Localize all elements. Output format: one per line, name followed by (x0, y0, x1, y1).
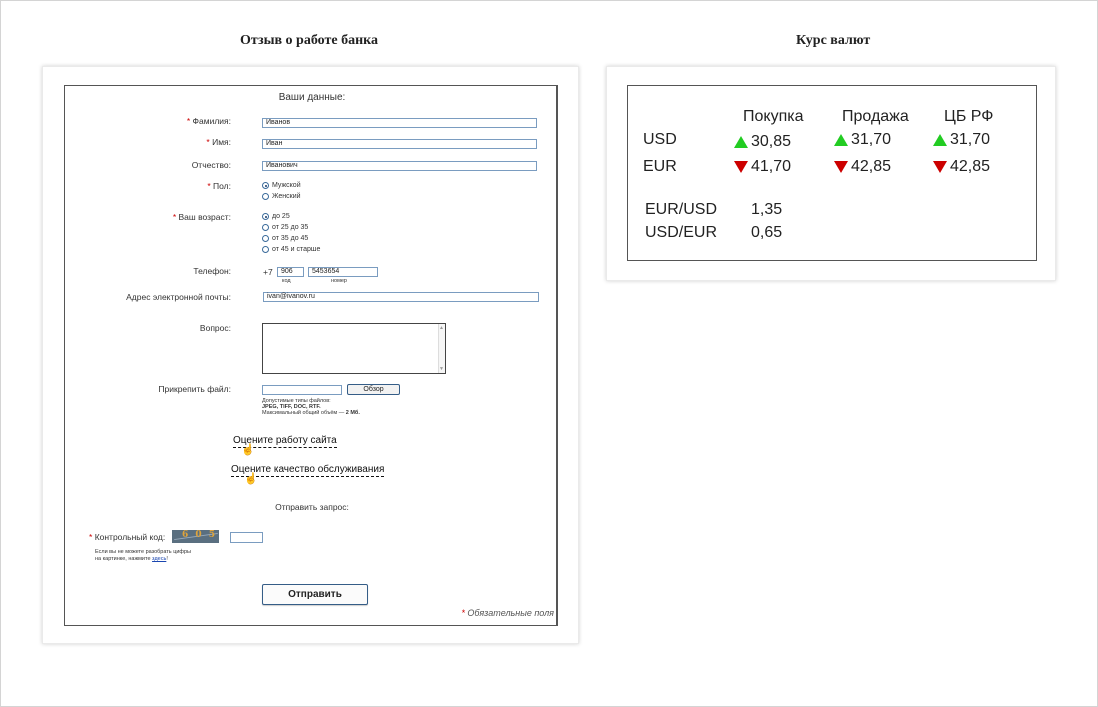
gender-option-male[interactable]: Мужской (262, 182, 301, 189)
hand-cursor-icon: ☝ (244, 473, 258, 485)
captcha-input[interactable] (230, 532, 263, 543)
feedback-form: Ваши данные: * Фамилия: Иванов * Имя: Ив… (64, 85, 558, 626)
phone-prefix: +7 (263, 267, 273, 277)
scroll-up-icon[interactable]: ▲ (439, 325, 444, 331)
arrow-down-icon (734, 161, 748, 173)
send-request-heading: Отправить запрос: (275, 502, 349, 512)
radio-icon (262, 193, 269, 200)
eur-sell-value: 42,85 (834, 158, 891, 176)
rates-card: Покупка Продажа ЦБ РФ USD 30,85 31,70 31… (606, 66, 1056, 281)
phone-code-caption: код (282, 278, 291, 284)
age-option-1[interactable]: до 25 (262, 213, 290, 220)
currency-usd: USD (643, 131, 677, 148)
radio-icon (262, 224, 269, 231)
rates-title: Курс валют (796, 33, 871, 48)
rates-table: Покупка Продажа ЦБ РФ USD 30,85 31,70 31… (627, 85, 1037, 261)
textarea-scrollbar[interactable]: ▲ ▼ (438, 324, 445, 373)
gender-option-female[interactable]: Женский (262, 193, 301, 200)
captcha-help-line1: Если вы не можете разобрать цифры (95, 549, 191, 555)
attach-label: Прикрепить файл: (158, 384, 231, 394)
feedback-title: Отзыв о работе банка (240, 33, 378, 48)
radio-icon (262, 182, 269, 189)
currency-eur: EUR (643, 158, 677, 175)
arrow-down-icon (834, 161, 848, 173)
file-path-input[interactable] (262, 385, 342, 395)
arrow-up-icon (933, 134, 947, 146)
header-sell: Продажа (842, 108, 909, 125)
header-cbr: ЦБ РФ (944, 108, 994, 125)
scroll-down-icon[interactable]: ▼ (439, 366, 444, 372)
age-label: * Ваш возраст: (172, 212, 231, 222)
arrow-up-icon (834, 134, 848, 146)
question-textarea[interactable]: ▲ ▼ (262, 323, 446, 374)
captcha-help-line2: на картинке, нажмите здесь! (95, 556, 168, 562)
usd-sell-value: 31,70 (834, 131, 891, 149)
eur-buy-value: 41,70 (734, 158, 791, 176)
arrow-up-icon (734, 136, 748, 148)
captcha-refresh-link[interactable]: здесь (152, 556, 166, 562)
required-fields-note: * Обязательные поля (461, 608, 554, 618)
form-section-title: Ваши данные: (278, 92, 346, 103)
phone-label: Телефон: (193, 266, 231, 276)
age-option-2[interactable]: от 25 до 35 (262, 224, 308, 231)
browse-button[interactable]: Обзор (347, 384, 400, 395)
hand-cursor-icon: ☝ (241, 444, 255, 456)
eur-cbr-value: 42,85 (933, 158, 990, 176)
phone-number-caption: номер (331, 278, 347, 284)
surname-input[interactable]: Иванов (262, 118, 537, 128)
surname-label: * Фамилия: (186, 116, 231, 126)
question-label: Вопрос: (199, 323, 231, 333)
name-label: * Имя: (206, 137, 231, 147)
radio-icon (262, 246, 269, 253)
submit-button[interactable]: Отправить (262, 584, 368, 605)
captcha-image: 6 0 5 (172, 530, 219, 543)
age-option-4[interactable]: от 45 и старше (262, 246, 320, 253)
email-label: Адрес электронной почты: (126, 292, 231, 302)
usd-buy-value: 30,85 (734, 133, 791, 151)
radio-icon (262, 213, 269, 220)
cross-pair-eur-usd: EUR/USD (645, 201, 718, 218)
cross-pair-usd-eur: USD/EUR (645, 224, 718, 241)
cross-value-usd-eur: 0,65 (751, 224, 783, 241)
cross-value-eur-usd: 1,35 (751, 201, 783, 218)
phone-code-input[interactable]: 906 (277, 267, 304, 277)
feedback-card: Ваши данные: * Фамилия: Иванов * Имя: Ив… (42, 66, 579, 644)
usd-cbr-value: 31,70 (933, 131, 990, 149)
captcha-label: * Контрольный код: (89, 532, 166, 542)
phone-number-input[interactable]: 5453654 (308, 267, 378, 277)
age-option-3[interactable]: от 35 до 45 (262, 235, 308, 242)
email-input[interactable]: ivan@ivanov.ru (263, 292, 539, 302)
header-buy: Покупка (743, 108, 804, 125)
patronymic-label: Отчество: (191, 160, 231, 170)
arrow-down-icon (933, 161, 947, 173)
radio-icon (262, 235, 269, 242)
file-size-note: Максимальный общий объём — 2 Мб. (262, 410, 360, 416)
patronymic-input[interactable]: Иванович (262, 161, 537, 171)
gender-label: * Пол: (207, 181, 231, 191)
name-input[interactable]: Иван (262, 139, 537, 149)
